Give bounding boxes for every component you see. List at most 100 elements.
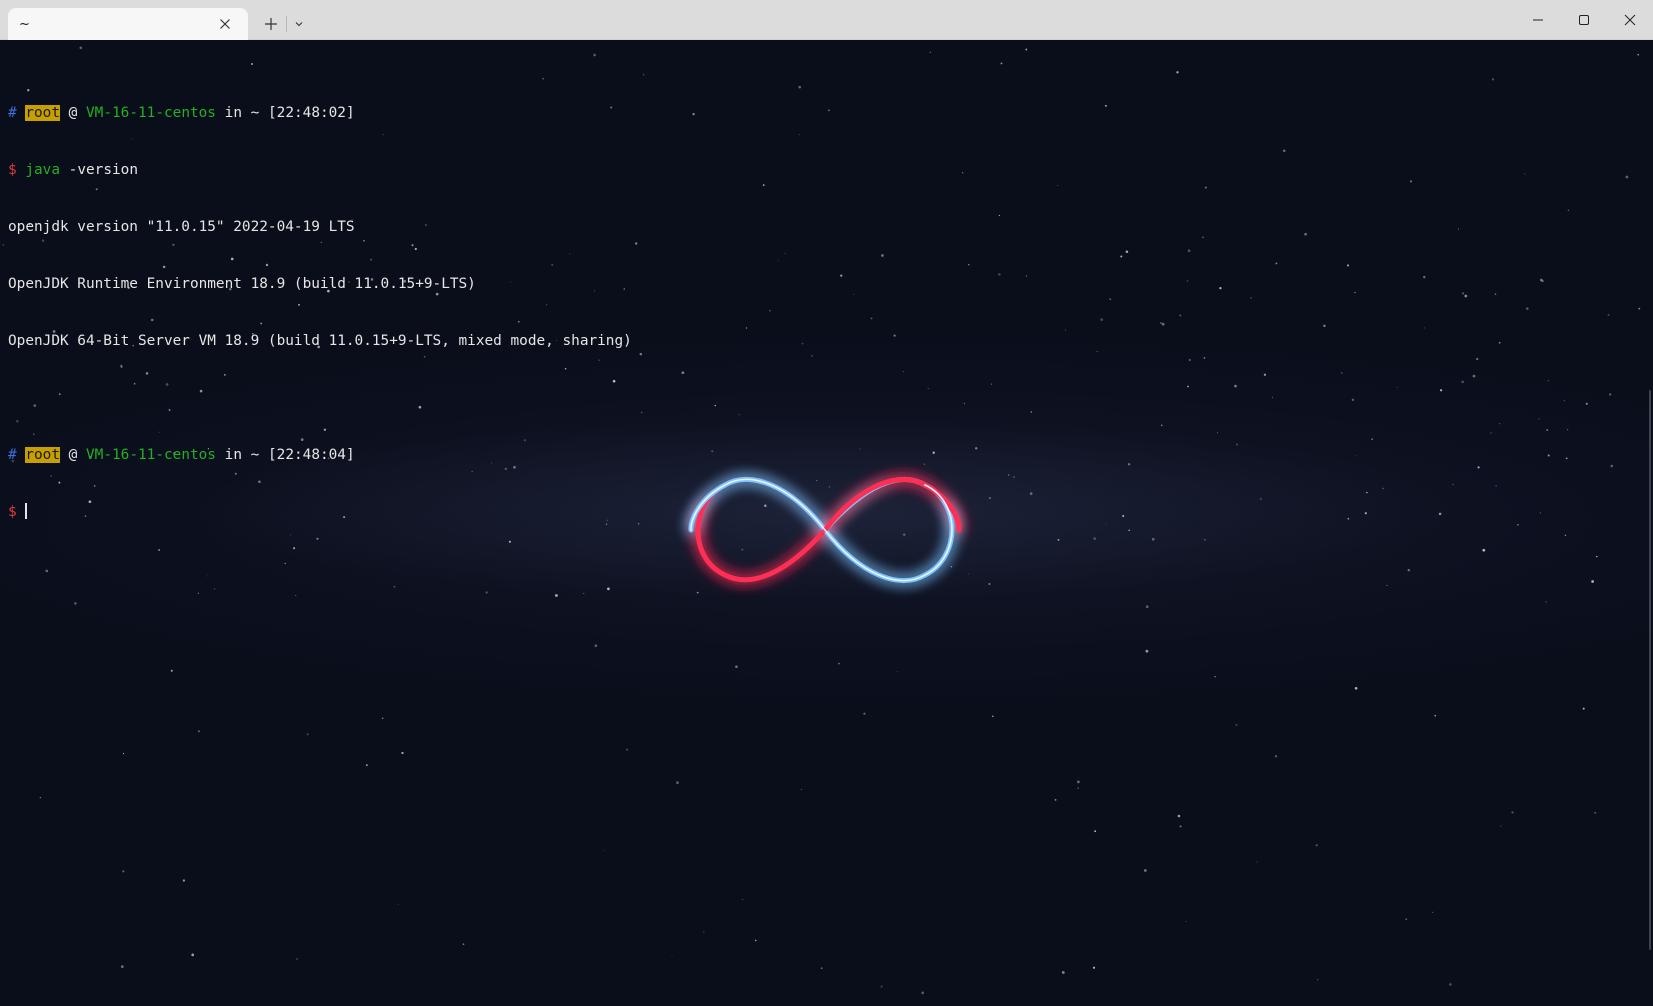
star: [1491, 78, 1495, 81]
star: [1105, 524, 1107, 526]
star: [1547, 379, 1550, 382]
star: [1351, 398, 1355, 401]
star: [998, 273, 1001, 276]
star: [902, 371, 904, 373]
star: [1100, 318, 1104, 321]
star: [929, 51, 932, 54]
star: [1177, 814, 1181, 818]
command-line-1: $ java -version: [8, 161, 632, 180]
star: [1030, 411, 1032, 413]
star: [1582, 707, 1585, 710]
output-line: OpenJDK Runtime Environment 18.9 (build …: [8, 276, 476, 292]
star: [1461, 292, 1465, 295]
star: [840, 274, 843, 277]
tab-home[interactable]: ~: [8, 8, 248, 40]
star: [1498, 341, 1501, 344]
star: [1145, 649, 1149, 653]
star: [583, 593, 585, 594]
profile-dropdown-button[interactable]: [289, 11, 309, 37]
terminal-pane[interactable]: # root @ VM-16-11-centos in ~ [22:48:02]…: [0, 40, 1653, 1006]
star: [1476, 357, 1479, 361]
star: [998, 214, 1001, 217]
star: [1567, 209, 1570, 212]
output-line: openjdk version "11.0.15" 2022-04-19 LTS: [8, 219, 355, 235]
star: [991, 715, 994, 718]
star: [927, 388, 929, 390]
minimize-button[interactable]: [1515, 0, 1561, 40]
star: [681, 371, 685, 375]
star: [45, 569, 49, 573]
star: [1122, 514, 1125, 518]
star: [1477, 466, 1480, 469]
star: [1234, 384, 1237, 388]
star: [745, 327, 748, 329]
star: [607, 587, 610, 591]
star: [1179, 825, 1182, 828]
star: [1449, 983, 1452, 986]
star: [635, 242, 638, 245]
star: [1545, 601, 1547, 603]
star: [1490, 432, 1492, 434]
star: [1275, 262, 1278, 265]
prompt-dir: ~: [250, 105, 260, 121]
star: [1409, 180, 1413, 183]
star: [1638, 307, 1641, 310]
star: [754, 939, 757, 942]
title-bar: ~: [0, 0, 1653, 40]
star: [735, 665, 738, 668]
star: [182, 879, 186, 882]
maximize-button[interactable]: [1561, 0, 1607, 40]
star: [968, 264, 970, 266]
star: [1499, 423, 1501, 425]
star: [692, 112, 695, 116]
star: [642, 74, 645, 76]
star: [1500, 825, 1502, 827]
output-line: OpenJDK 64-Bit Server VM 18.9 (build 11.…: [8, 333, 632, 349]
star: [1187, 385, 1189, 388]
star: [397, 903, 399, 905]
star: [1609, 393, 1612, 396]
star: [625, 748, 629, 751]
star: [1464, 294, 1468, 298]
star: [1539, 512, 1541, 514]
scrollbar[interactable]: [1645, 40, 1653, 1006]
star: [1145, 605, 1149, 609]
star: [1607, 313, 1610, 317]
star: [295, 595, 297, 596]
star: [1127, 463, 1131, 466]
star: [1128, 529, 1131, 532]
star: [1341, 372, 1343, 374]
star: [393, 585, 396, 588]
chevron-down-icon: [295, 22, 303, 27]
command-line-2[interactable]: $: [8, 503, 632, 522]
star: [122, 752, 125, 755]
close-window-button[interactable]: [1607, 0, 1653, 40]
star: [1315, 844, 1318, 847]
star: [671, 955, 673, 957]
star: [1541, 280, 1544, 283]
star: [1567, 429, 1569, 431]
scrollbar-thumb[interactable]: [1649, 390, 1651, 950]
prompt-in: in: [224, 447, 242, 463]
star: [1256, 861, 1258, 863]
text-cursor: [25, 503, 28, 519]
star: [1495, 485, 1497, 487]
star: [1452, 483, 1454, 486]
star: [1366, 491, 1368, 494]
star: [769, 309, 771, 312]
new-tab-button[interactable]: [258, 11, 284, 37]
star: [881, 254, 884, 257]
star: [1013, 476, 1015, 478]
star: [1054, 799, 1057, 801]
tab-close-button[interactable]: [214, 13, 236, 35]
star: [1304, 232, 1307, 236]
star: [306, 733, 309, 736]
command-name: java: [25, 162, 60, 178]
star: [853, 293, 855, 295]
star: [1161, 322, 1165, 326]
close-icon: [1624, 14, 1636, 26]
star: [1354, 291, 1356, 294]
star: [1057, 538, 1060, 541]
star: [637, 523, 640, 525]
